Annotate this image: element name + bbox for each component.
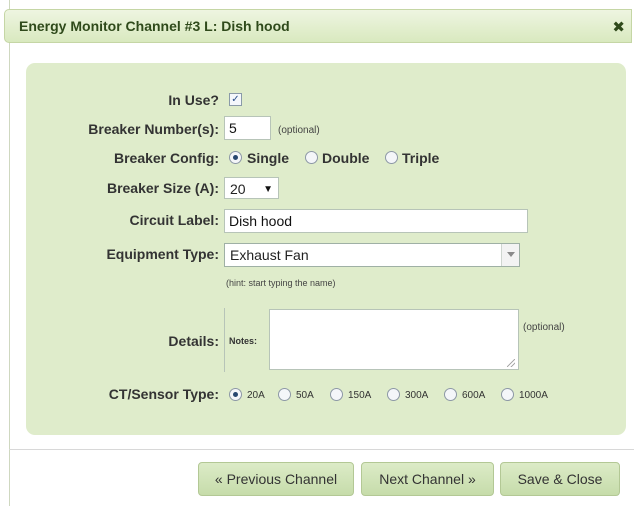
ct-radio-20a[interactable] [229,388,242,401]
next-channel-button[interactable]: Next Channel » [361,462,494,496]
breaker-config-label: Breaker Config: [113,150,219,166]
chevron-down-icon: ▼ [263,184,273,195]
footer-divider [9,449,634,450]
breaker-number-label: Breaker Number(s): [88,121,219,137]
resize-grip-icon[interactable] [507,359,515,367]
circuit-label-input[interactable]: Dish hood [224,209,528,233]
ct-radio-150a[interactable] [330,388,343,401]
breaker-size-select[interactable]: 20 ▼ [224,177,279,199]
ct-sensor-type-label: CT/Sensor Type: [108,386,219,402]
save-close-button[interactable]: Save & Close [500,462,620,496]
equipment-type-label: Equipment Type: [106,246,219,262]
equipment-type-hint: (hint: start typing the name) [226,278,336,288]
ct-option-20a[interactable]: 20A [247,390,265,401]
dialog-titlebar: Energy Monitor Channel #3 L: Dish hood ✖ [4,9,632,43]
dialog-title: Energy Monitor Channel #3 L: Dish hood [19,18,290,34]
ct-option-1000a[interactable]: 1000A [519,390,548,401]
breaker-number-hint: (optional) [278,125,320,136]
ct-option-150a[interactable]: 150A [348,390,371,401]
ct-radio-600a[interactable] [444,388,457,401]
breaker-size-value: 20 [230,181,246,197]
breaker-config-radio-double[interactable] [305,151,318,164]
breaker-config-option-triple[interactable]: Triple [402,150,439,166]
ct-option-300a[interactable]: 300A [405,390,428,401]
notes-textarea[interactable] [269,309,519,370]
previous-channel-button[interactable]: « Previous Channel [198,462,354,496]
details-group: Notes: [224,308,520,372]
breaker-config-radio-triple[interactable] [385,151,398,164]
breaker-size-label: Breaker Size (A): [106,180,219,196]
notes-label: Notes: [229,336,258,346]
circuit-label-label: Circuit Label: [129,212,219,228]
close-icon[interactable]: ✖ [612,18,625,36]
breaker-config-option-single[interactable]: Single [247,150,289,166]
in-use-checkbox[interactable]: ✓ [229,93,242,106]
in-use-label: In Use? [168,92,219,108]
ct-radio-1000a[interactable] [501,388,514,401]
breaker-number-input[interactable]: 5 [224,116,271,140]
ct-radio-50a[interactable] [278,388,291,401]
breaker-config-radio-single[interactable] [229,151,242,164]
dropdown-arrow-icon[interactable] [501,244,519,266]
ct-option-50a[interactable]: 50A [296,390,314,401]
details-hint: (optional) [523,322,565,333]
equipment-type-combobox[interactable]: Exhaust Fan [224,243,520,267]
equipment-type-value: Exhaust Fan [230,247,309,263]
breaker-config-option-double[interactable]: Double [322,150,369,166]
ct-radio-300a[interactable] [387,388,400,401]
details-label: Details: [168,333,219,349]
ct-option-600a[interactable]: 600A [462,390,485,401]
